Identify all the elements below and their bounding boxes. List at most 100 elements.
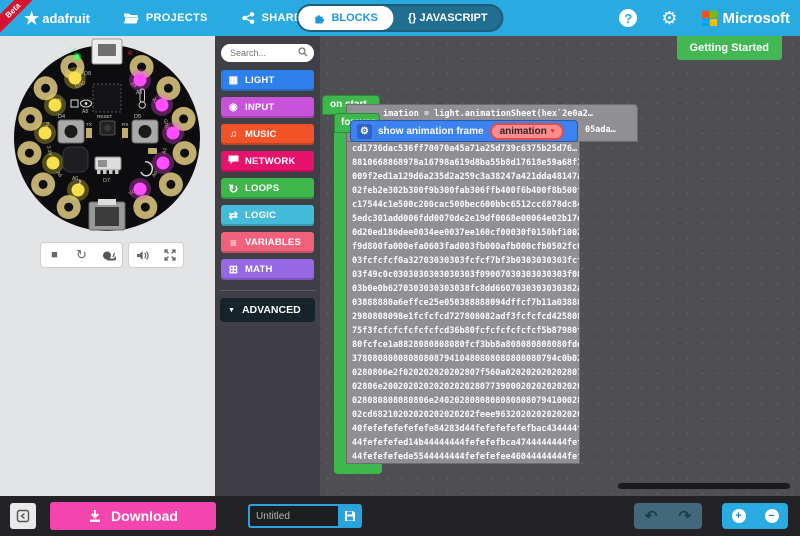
redo-button[interactable]: ↷ bbox=[668, 503, 702, 529]
collapse-simulator-button[interactable] bbox=[10, 503, 36, 529]
category-label: MATH bbox=[245, 264, 273, 275]
headphones-icon: ♫ bbox=[227, 129, 240, 140]
puzzle-icon bbox=[314, 13, 325, 24]
speaker bbox=[63, 147, 88, 172]
neopixel[interactable] bbox=[49, 99, 62, 112]
hex-line: 0280806e2f020202020202807f560a0202020202… bbox=[352, 366, 579, 380]
neopixel[interactable] bbox=[47, 157, 60, 170]
toolbox-category-logic[interactable]: ⇄LOGIC bbox=[221, 205, 314, 226]
download-button[interactable]: Download bbox=[50, 502, 216, 530]
fullscreen-button[interactable] bbox=[156, 243, 183, 267]
variable-name: animation bbox=[500, 126, 547, 137]
collapse-left-icon bbox=[16, 509, 30, 523]
neopixel[interactable] bbox=[39, 127, 52, 140]
folder-icon bbox=[124, 12, 139, 24]
hex-line: 03f49c0c0303030303030303f090070303030303… bbox=[352, 268, 579, 282]
horizontal-scrollbar[interactable] bbox=[618, 483, 790, 489]
undo-button[interactable]: ↶ bbox=[634, 503, 668, 529]
neopixel[interactable] bbox=[167, 127, 180, 140]
show-animation-frame-block[interactable]: ⚙ show animation frame animation ▾ bbox=[350, 120, 578, 142]
toolbox-category-loops[interactable]: ↻LOOPS bbox=[221, 178, 314, 199]
circuit-playground-board[interactable]: A3 A2 GND A1 A0 VOUT GND A5 A4 3.3V A6 A… bbox=[0, 36, 215, 236]
help-button[interactable]: ? bbox=[619, 9, 637, 27]
category-label: LIGHT bbox=[245, 75, 275, 86]
hex-line: 44fefefefede5544444444fefefefee460444444… bbox=[352, 450, 579, 464]
svg-text:D5: D5 bbox=[134, 114, 141, 120]
hex-line: 44fefefefed14b44444444fefefefbca47444444… bbox=[352, 436, 579, 450]
tab-blocks[interactable]: BLOCKS bbox=[298, 6, 393, 30]
neopixel[interactable] bbox=[134, 183, 147, 196]
snail-icon bbox=[102, 250, 116, 261]
gray-block-line1: imation = light.animationSheet(hex`2e0a2… bbox=[383, 109, 635, 119]
shuffle-icon: ⇄ bbox=[227, 209, 240, 222]
project-name-input[interactable] bbox=[248, 504, 338, 528]
zoom-out-button[interactable]: − bbox=[755, 503, 788, 529]
category-label: MUSIC bbox=[245, 129, 277, 140]
category-label: LOOPS bbox=[245, 183, 279, 194]
neopixel[interactable] bbox=[69, 72, 82, 85]
neopixel[interactable] bbox=[157, 157, 170, 170]
hex-line: f9d800fa000efa0603fad003fb000afb000cfb05… bbox=[352, 240, 579, 254]
microsoft-logo: Microsoft bbox=[702, 10, 791, 27]
toolbox-category-math[interactable]: ⊞MATH bbox=[221, 259, 314, 280]
hex-line: 40fefefefefefefe84283d44fefefefefefbac43… bbox=[352, 422, 579, 436]
tab-javascript[interactable]: {} JAVASCRIPT bbox=[394, 12, 502, 24]
getting-started-button[interactable]: Getting Started bbox=[677, 36, 782, 60]
neopixel[interactable] bbox=[134, 74, 147, 87]
stop-button[interactable]: ■ bbox=[41, 243, 68, 267]
gray-block-hex-body[interactable]: cd1736dac536ff70070a45a71a25d739c6375b25… bbox=[346, 142, 580, 464]
download-label: Download bbox=[111, 508, 178, 524]
projects-button[interactable]: PROJECTS bbox=[124, 12, 208, 24]
simulator-panel: A3 A2 GND A1 A0 VOUT GND A5 A4 3.3V A6 A… bbox=[0, 36, 215, 496]
speaker-icon bbox=[136, 250, 149, 261]
undo-redo-group: ↶ ↷ bbox=[634, 503, 702, 529]
share-button[interactable]: SHARE bbox=[242, 12, 302, 24]
hex-line: 0d20ed180dee0034ee0037ee160cf00030f0150b… bbox=[352, 226, 579, 240]
svg-text:RESET: RESET bbox=[97, 114, 113, 119]
block-settings-badge[interactable]: ⚙ bbox=[357, 124, 372, 139]
hex-line: 02feb2e302b300f9b300fab306ffb400f6b400f8… bbox=[352, 184, 579, 198]
settings-button[interactable]: ⚙ bbox=[661, 9, 677, 27]
undo-icon: ↶ bbox=[645, 507, 658, 525]
toolbox-category-network[interactable]: NETWORK bbox=[221, 151, 314, 172]
reset-button[interactable]: RESET bbox=[97, 114, 115, 135]
neopixel[interactable] bbox=[156, 99, 169, 112]
microsoft-squares-icon bbox=[702, 11, 717, 26]
battery-connector bbox=[89, 199, 125, 230]
gray-block-line2: 05ada… bbox=[585, 125, 616, 135]
hex-line: 03b0e0b6270303030303038fc8dd660703030303… bbox=[352, 282, 579, 296]
brand-name: adafruit bbox=[42, 11, 90, 26]
forever-block-arm[interactable] bbox=[334, 131, 346, 469]
gear-icon: ⚙ bbox=[360, 126, 369, 137]
hex-line: 009f2ed1a129d6a235d2a259c3a38247a421dda4… bbox=[352, 170, 579, 184]
adafruit-logo[interactable]: ★ adafruit bbox=[24, 10, 90, 27]
toolbox-category-light[interactable]: ▦LIGHT bbox=[221, 70, 314, 91]
svg-text:D4: D4 bbox=[58, 114, 65, 120]
chevron-down-icon: ▼ bbox=[228, 307, 235, 314]
zoom-in-button[interactable]: + bbox=[722, 503, 755, 529]
slowmo-button[interactable] bbox=[95, 243, 122, 267]
save-button[interactable] bbox=[338, 504, 362, 528]
category-label: NETWORK bbox=[245, 156, 295, 167]
category-label: VARIABLES bbox=[245, 237, 301, 248]
toolbox-category-input[interactable]: ◉INPUT bbox=[221, 97, 314, 118]
svg-text:A8: A8 bbox=[82, 109, 88, 115]
animation-variable-dropdown[interactable]: animation ▾ bbox=[490, 123, 565, 140]
microphone bbox=[148, 148, 157, 154]
microsoft-label: Microsoft bbox=[723, 10, 791, 27]
projects-label: PROJECTS bbox=[146, 12, 208, 24]
advanced-label: ADVANCED bbox=[242, 304, 301, 316]
javascript-gray-block[interactable]: imation = light.animationSheet(hex`2e0a2… bbox=[346, 104, 638, 464]
toolbox-advanced[interactable]: ▼ ADVANCED bbox=[220, 298, 315, 322]
tx-pad bbox=[86, 128, 92, 138]
blocks-workspace[interactable]: Getting Started on start imation = light… bbox=[320, 36, 800, 496]
usb-connector bbox=[92, 39, 122, 64]
mute-button[interactable] bbox=[129, 243, 156, 267]
circle-dot-icon: ◉ bbox=[227, 102, 240, 113]
toolbox-category-variables[interactable]: ≡VARIABLES bbox=[221, 232, 314, 253]
blocks-tab-label: BLOCKS bbox=[331, 12, 377, 24]
top-bar: Beta ★ adafruit PROJECTS SHARE BLOCKS bbox=[0, 0, 800, 36]
restart-button[interactable]: ↻ bbox=[68, 243, 95, 267]
save-icon bbox=[344, 510, 356, 522]
toolbox-category-music[interactable]: ♫ MUSIC bbox=[221, 124, 314, 145]
